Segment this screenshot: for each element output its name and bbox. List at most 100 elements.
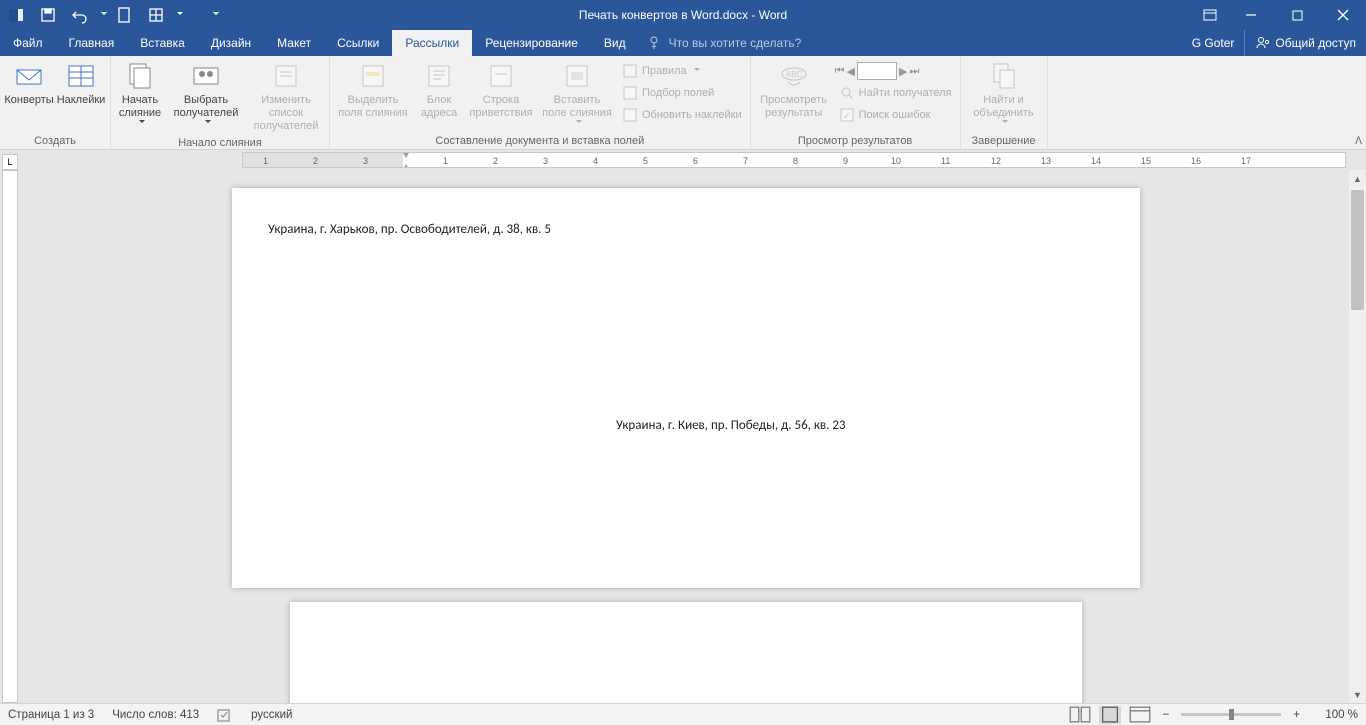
document-title: Печать конвертов в Word.docx - Word: [579, 8, 787, 22]
titlebar: Печать конвертов в Word.docx - Word: [0, 0, 1366, 30]
match-fields-button: Подбор полей: [618, 82, 746, 104]
update-labels-button: Обновить наклейки: [618, 104, 746, 126]
next-record-button: ▶: [899, 65, 907, 78]
qat-customize[interactable]: [204, 0, 224, 30]
group-finish: Найти и объединить Завершение: [961, 56, 1048, 149]
svg-text:9: 9: [843, 156, 848, 166]
svg-text:✓: ✓: [842, 111, 850, 122]
minimize-button[interactable]: [1228, 0, 1274, 30]
tell-me-placeholder: Что вы хотите сделать?: [669, 36, 802, 50]
share-button[interactable]: Общий доступ: [1244, 30, 1366, 56]
qat-touch-more[interactable]: [172, 0, 184, 30]
ribbon-display-options[interactable]: [1192, 0, 1228, 30]
svg-text:10: 10: [891, 156, 901, 166]
group-preview: ABC Просмотреть результаты ⏮ ◀ ▶ ⏭ Найти…: [751, 56, 961, 149]
svg-text:12: 12: [991, 156, 1001, 166]
insert-merge-field-button: Вставить поле слияния: [538, 58, 616, 128]
svg-text:2: 2: [493, 156, 498, 166]
scroll-down-button[interactable]: ▼: [1349, 686, 1366, 703]
user-name[interactable]: G Goter: [1182, 36, 1245, 50]
select-recipients-button[interactable]: Выбрать получателей: [167, 58, 245, 128]
svg-text:1: 1: [263, 156, 268, 166]
qat-undo[interactable]: [64, 0, 96, 30]
read-mode-button[interactable]: [1069, 706, 1091, 724]
delivery-address[interactable]: Украина, г. Киев, пр. Победы, д. 56, кв.…: [616, 418, 846, 433]
svg-text:ABC: ABC: [785, 70, 802, 79]
language-indicator[interactable]: русский: [251, 709, 292, 721]
edit-recipients-button: Изменить список получателей: [247, 58, 325, 136]
preview-icon: ABC: [778, 60, 810, 92]
maximize-button[interactable]: [1274, 0, 1320, 30]
collapse-ribbon-button[interactable]: ᐱ: [1355, 136, 1362, 147]
finish-merge-button: Найти и объединить: [965, 58, 1043, 128]
rules-button: Правила: [618, 60, 746, 82]
zoom-in-button[interactable]: +: [1289, 709, 1304, 721]
tab-view[interactable]: Вид: [591, 30, 639, 56]
scroll-thumb[interactable]: [1351, 190, 1364, 310]
svg-text:5: 5: [643, 156, 648, 166]
zoom-out-button[interactable]: −: [1159, 709, 1174, 721]
zoom-slider-thumb[interactable]: [1229, 709, 1234, 720]
word-count[interactable]: Число слов: 413: [112, 709, 199, 721]
document-area: Украина, г. Харьков, пр. Освободителей, …: [0, 170, 1366, 703]
scroll-up-button[interactable]: ▲: [1349, 170, 1366, 187]
ruler-area: L 321 123 456 789 101112 131415 1617: [0, 152, 1366, 172]
qat-undo-more[interactable]: [96, 0, 108, 30]
tab-design[interactable]: Дизайн: [198, 30, 264, 56]
qat-touch[interactable]: [140, 0, 172, 30]
zoom-level[interactable]: 100 %: [1312, 709, 1358, 721]
record-navigation: ⏮ ◀ ▶ ⏭: [835, 60, 956, 82]
svg-text:15: 15: [1141, 156, 1151, 166]
qat-new[interactable]: [108, 0, 140, 30]
qat-save[interactable]: [32, 0, 64, 30]
edit-list-icon: [270, 60, 302, 92]
proofing-button[interactable]: [217, 707, 233, 723]
vertical-scrollbar[interactable]: ▲ ▼: [1349, 170, 1366, 703]
labels-button[interactable]: Наклейки: [56, 58, 106, 109]
tab-mailings[interactable]: Рассылки: [392, 30, 472, 56]
svg-text:3: 3: [363, 156, 368, 166]
address-block-icon: [423, 60, 455, 92]
page-indicator[interactable]: Страница 1 из 3: [8, 709, 94, 721]
tab-layout[interactable]: Макет: [264, 30, 324, 56]
envelopes-button[interactable]: Конверты: [4, 58, 54, 109]
vertical-ruler[interactable]: [2, 170, 18, 703]
svg-text:2: 2: [313, 156, 318, 166]
last-record-button: ⏭: [909, 65, 919, 78]
return-address[interactable]: Украина, г. Харьков, пр. Освободителей, …: [268, 222, 551, 237]
svg-text:6: 6: [693, 156, 698, 166]
tab-home[interactable]: Главная: [56, 30, 128, 56]
finish-icon: [988, 60, 1020, 92]
tab-file[interactable]: Файл: [0, 30, 56, 56]
horizontal-ruler[interactable]: 321 123 456 789 101112 131415 1617: [242, 152, 1346, 168]
labels-icon: [65, 60, 97, 92]
status-bar: Страница 1 из 3 Число слов: 413 русский …: [0, 703, 1366, 725]
svg-text:8: 8: [793, 156, 798, 166]
web-layout-button[interactable]: [1129, 706, 1151, 724]
svg-text:11: 11: [941, 156, 950, 166]
word-icon: [0, 0, 32, 30]
preview-results-button: ABC Просмотреть результаты: [755, 58, 833, 122]
tell-me-search[interactable]: Что вы хотите сделать?: [647, 30, 802, 56]
close-button[interactable]: [1320, 0, 1366, 30]
svg-text:17: 17: [1241, 156, 1251, 166]
insert-field-icon: [561, 60, 593, 92]
zoom-slider[interactable]: [1181, 713, 1281, 716]
svg-text:7: 7: [743, 156, 748, 166]
svg-text:3: 3: [543, 156, 548, 166]
highlight-icon: [357, 60, 389, 92]
start-merge-button[interactable]: Начать слияние: [115, 58, 165, 128]
envelope-icon: [13, 60, 45, 92]
first-record-button: ⏮: [835, 65, 845, 78]
print-layout-button[interactable]: [1099, 706, 1121, 724]
envelope-page-1[interactable]: Украина, г. Харьков, пр. Освободителей, …: [232, 188, 1140, 588]
tab-review[interactable]: Рецензирование: [472, 30, 591, 56]
svg-text:13: 13: [1041, 156, 1051, 166]
tab-insert[interactable]: Вставка: [127, 30, 198, 56]
svg-text:16: 16: [1191, 156, 1201, 166]
svg-text:14: 14: [1091, 156, 1101, 166]
tab-references[interactable]: Ссылки: [324, 30, 392, 56]
tab-selector[interactable]: L: [2, 154, 18, 170]
document-page-2[interactable]: [290, 602, 1082, 703]
group-create: Конверты Наклейки Создать: [0, 56, 111, 149]
